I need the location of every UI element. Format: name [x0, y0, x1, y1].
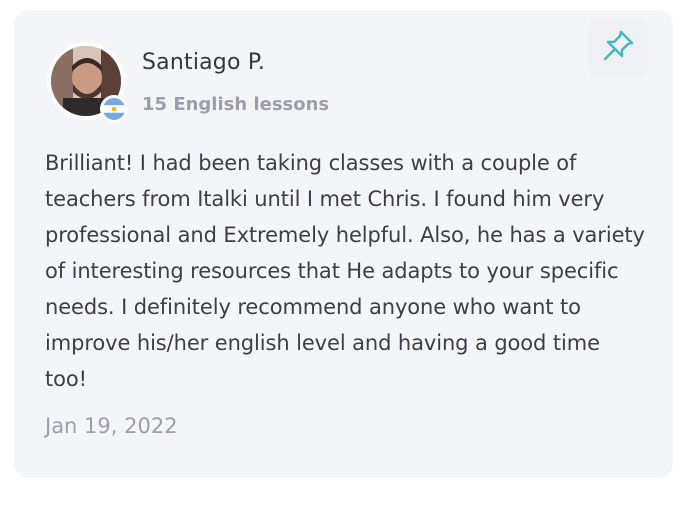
- review-date: Jan 19, 2022: [45, 414, 178, 438]
- reviewer-lesson-count: 15 English lessons: [142, 94, 330, 115]
- pushpin-icon: [600, 28, 636, 68]
- reviewer-avatar-wrap[interactable]: [47, 42, 128, 123]
- argentina-flag-icon: [100, 95, 128, 123]
- pin-button[interactable]: [588, 18, 648, 78]
- review-text: Brilliant! I had been taking classes wit…: [45, 151, 645, 391]
- review-card: Santiago P. 15 English lessons Brilliant…: [14, 10, 673, 478]
- reviewer-name: Santiago P.: [142, 50, 266, 75]
